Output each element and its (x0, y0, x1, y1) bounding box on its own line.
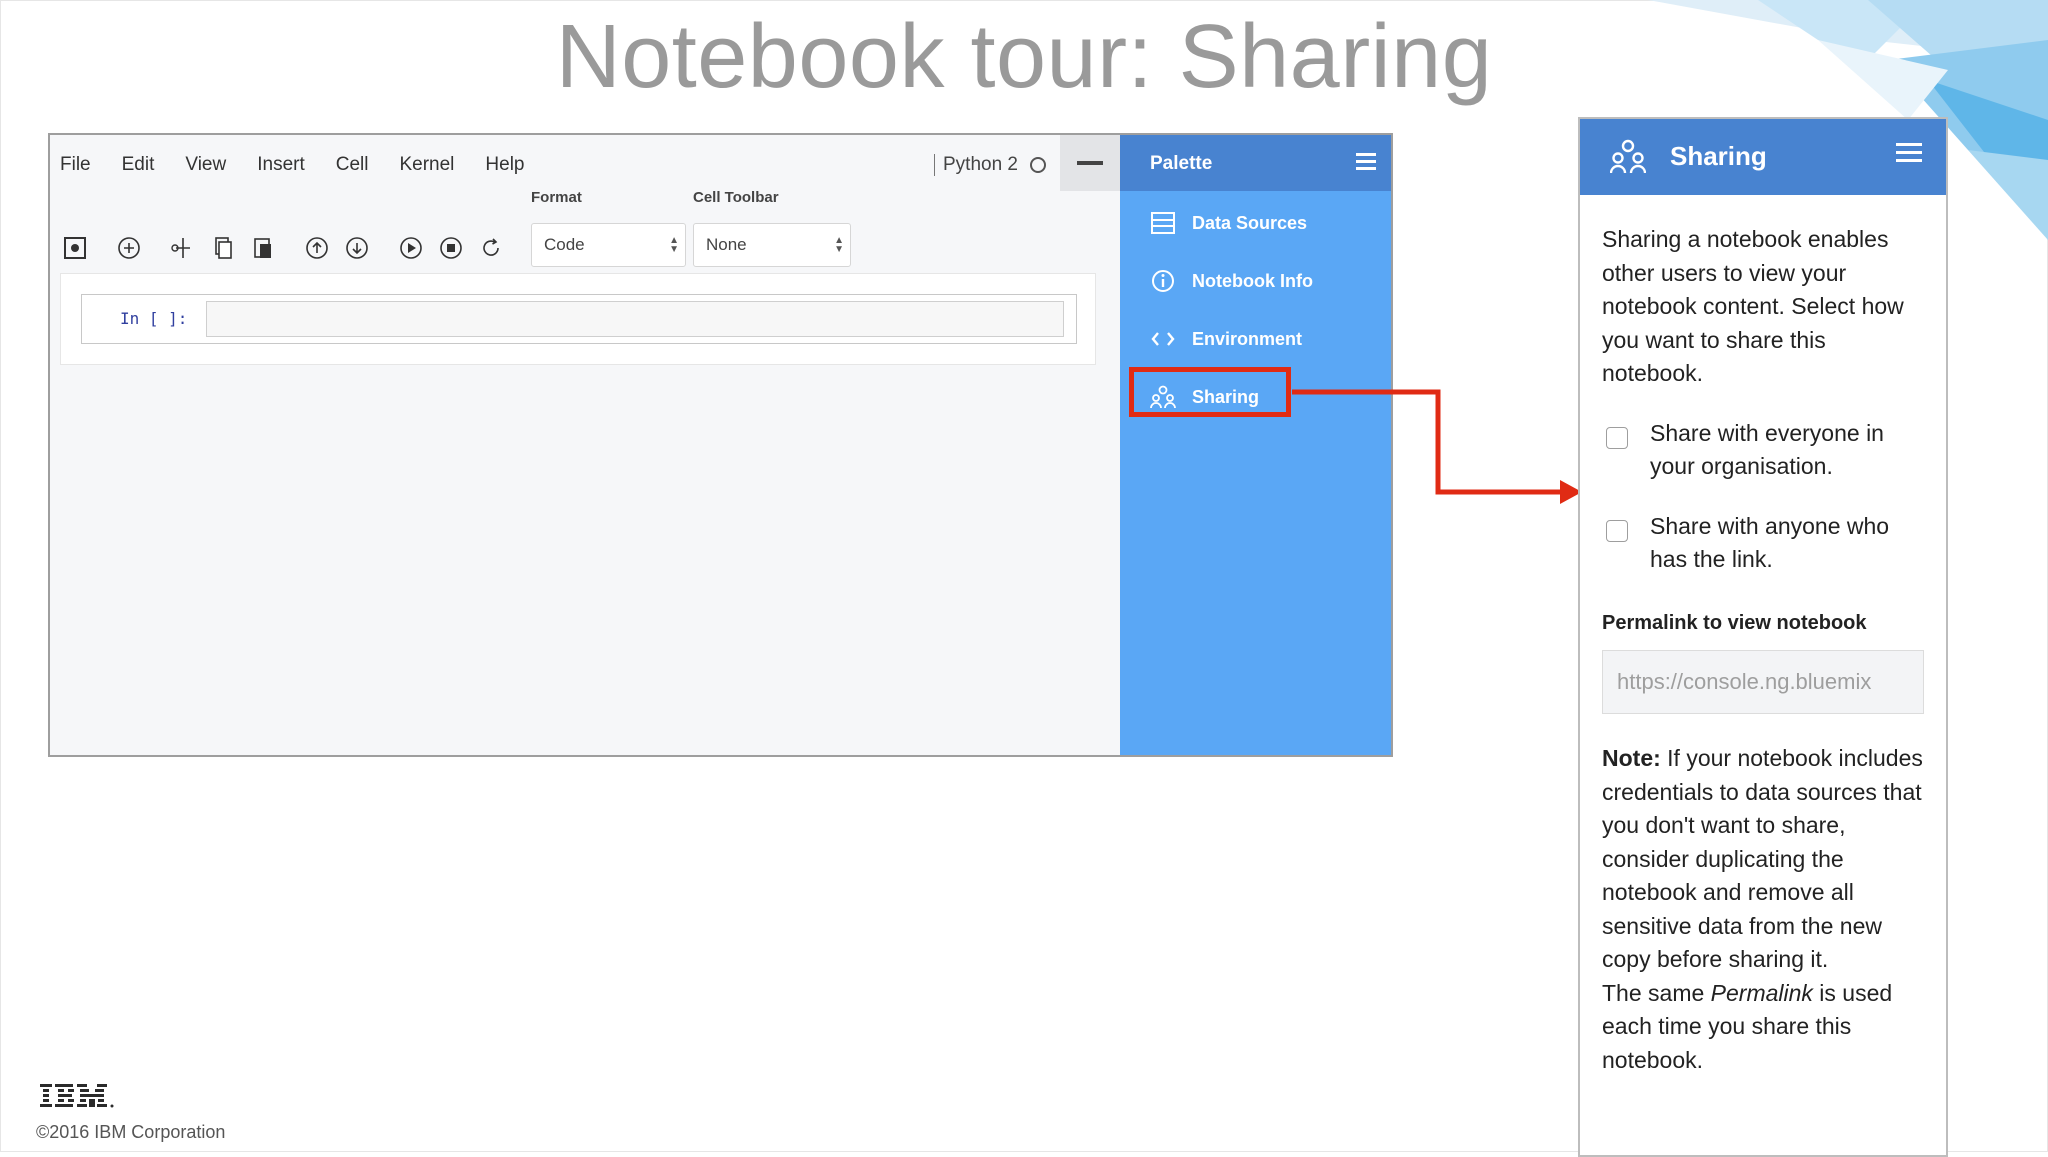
sharing-description: Sharing a notebook enables other users t… (1602, 226, 1904, 386)
permalink-note-pre: The same (1602, 979, 1711, 1006)
share-option-organisation[interactable]: Share with everyone in your organisation… (1602, 417, 1928, 484)
kernel-status-icon (1030, 157, 1046, 173)
hamburger-menu-icon[interactable] (1896, 143, 1922, 166)
menu-view[interactable]: View (185, 149, 226, 181)
sharing-users-icon (1610, 139, 1646, 174)
menu-help[interactable]: Help (485, 149, 524, 181)
organisation-checkbox[interactable] (1606, 426, 1628, 449)
collapse-palette-button[interactable] (1060, 135, 1120, 191)
menu-kernel[interactable]: Kernel (399, 149, 454, 181)
sharing-highlight-box (1129, 367, 1291, 417)
share-option-label: Share with anyone who has the link. (1650, 512, 1890, 573)
permalink-label: Permalink to view notebook (1602, 611, 1867, 634)
share-option-label: Share with everyone in your organisation… (1650, 419, 1884, 480)
select-arrows-icon: ▲ ▼ (834, 235, 844, 255)
cell-prompt: In [ ]: (120, 309, 188, 328)
menu-bar: File Edit View Insert Cell Kernel Help (60, 149, 555, 181)
code-brackets-icon (1150, 326, 1176, 352)
select-arrows-icon: ▲ ▼ (669, 235, 679, 255)
palette-item-data-sources[interactable]: Data Sources (1150, 203, 1307, 243)
sharing-panel-title: Sharing (1670, 141, 1767, 171)
palette-item-label: Notebook Info (1192, 270, 1313, 291)
copy-icon[interactable] (208, 233, 238, 263)
permalink-field[interactable]: https://console.ng.bluemix (1602, 650, 1924, 714)
save-icon[interactable] (60, 233, 90, 263)
palette-item-label: Data Sources (1192, 212, 1308, 233)
restart-icon[interactable] (476, 233, 506, 263)
notebook-toolbar (60, 223, 516, 273)
slide-title: Notebook tour: Sharing (555, 7, 1493, 107)
data-sources-icon (1150, 210, 1176, 236)
copyright-text: ©2016 IBM Corporation (36, 1122, 226, 1142)
add-cell-icon[interactable] (114, 233, 144, 263)
sharing-panel-header: Sharing (1580, 119, 1946, 195)
kernel-separator (934, 154, 935, 176)
notebook-main: File Edit View Insert Cell Kernel Help P… (50, 135, 1120, 755)
stop-icon[interactable] (436, 233, 466, 263)
menu-cell[interactable]: Cell (336, 149, 369, 181)
format-label: Format (531, 189, 582, 206)
permalink-note-em: Permalink (1710, 979, 1813, 1006)
kernel-indicator: Python 2 (934, 149, 1046, 181)
paste-icon[interactable] (248, 233, 278, 263)
format-select-value: Code (544, 235, 585, 254)
code-cell[interactable]: In [ ]: (81, 294, 1077, 344)
palette-item-environment[interactable]: Environment (1150, 319, 1302, 359)
hamburger-menu-icon[interactable] (1356, 153, 1376, 174)
cell-toolbar-label: Cell Toolbar (693, 189, 779, 206)
menu-edit[interactable]: Edit (122, 149, 155, 181)
run-icon[interactable] (396, 233, 426, 263)
cell-toolbar-select-value: None (706, 235, 747, 254)
cut-icon[interactable] (168, 233, 198, 263)
move-up-icon[interactable] (302, 233, 332, 263)
note-label: Note: (1602, 745, 1661, 771)
menu-file[interactable]: File (60, 149, 91, 181)
notebook-window: File Edit View Insert Cell Kernel Help P… (48, 133, 1393, 757)
format-select[interactable]: Code ▲ ▼ (531, 223, 686, 267)
sharing-panel: Sharing Sharing a notebook enables other… (1578, 117, 1948, 1157)
move-down-icon[interactable] (342, 233, 372, 263)
share-option-link[interactable]: Share with anyone who has the link. (1602, 510, 1928, 577)
minus-icon (1077, 161, 1103, 165)
palette-title: Palette (1150, 153, 1213, 174)
info-icon (1150, 268, 1176, 294)
sharing-panel-body: Sharing a notebook enables other users t… (1602, 223, 1928, 1077)
palette-header: Palette (1120, 135, 1391, 191)
note-text: If your notebook includes credentials to… (1602, 745, 1923, 972)
palette-item-notebook-info[interactable]: Notebook Info (1150, 261, 1313, 301)
menu-insert[interactable]: Insert (257, 149, 305, 181)
sharing-note: Note: If your notebook includes credenti… (1602, 742, 1928, 1077)
kernel-name: Python 2 (943, 154, 1018, 175)
notebook-cell-area: In [ ]: (60, 273, 1096, 365)
cell-input[interactable] (206, 301, 1064, 337)
palette-item-label: Environment (1192, 328, 1303, 349)
cell-toolbar-select[interactable]: None ▲ ▼ (693, 223, 851, 267)
callout-arrow (1292, 389, 1582, 504)
ibm-logo (40, 1084, 114, 1108)
link-checkbox[interactable] (1606, 519, 1628, 542)
